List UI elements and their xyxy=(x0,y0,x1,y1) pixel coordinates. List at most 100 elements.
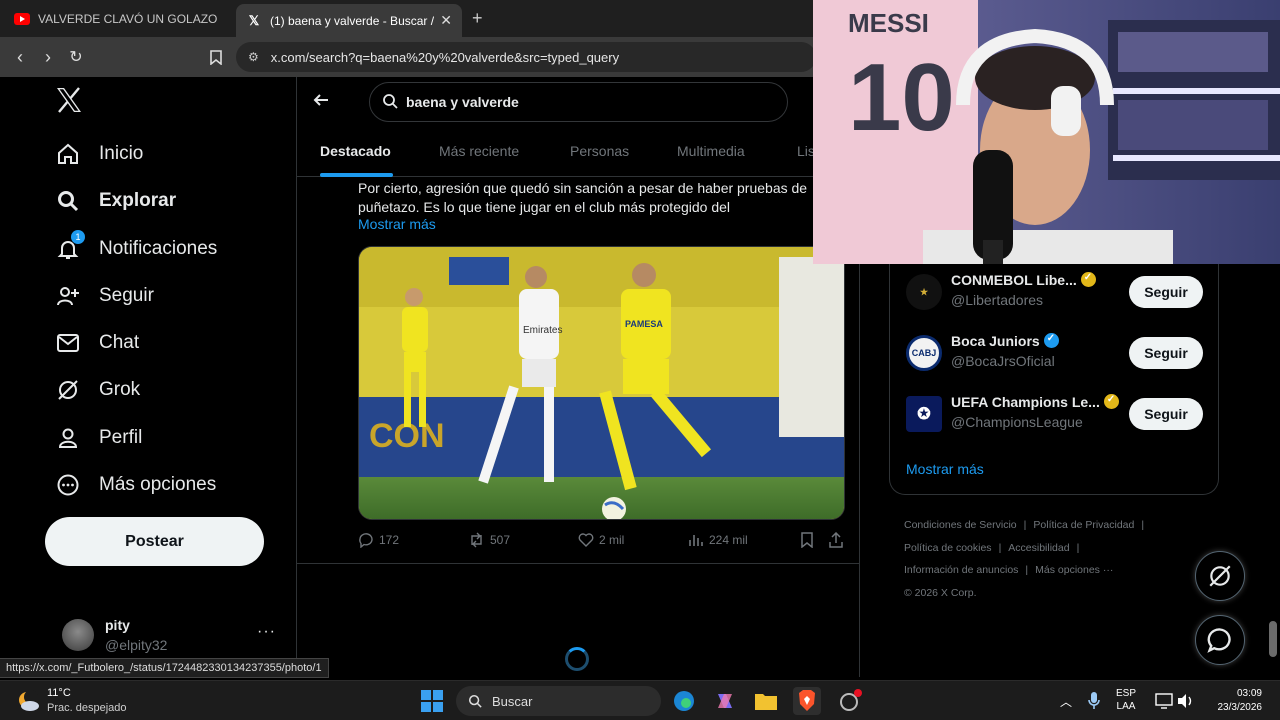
scrollbar-thumb[interactable] xyxy=(1269,621,1277,657)
tab-multimedia[interactable]: Multimedia xyxy=(677,143,745,159)
account-name: Boca Juniors xyxy=(951,333,1040,349)
tab-mas-reciente[interactable]: Más reciente xyxy=(439,143,519,159)
browser-tab-youtube[interactable]: VALVERDE CLAVÓ UN GOLAZO DE TIRO LIBRE xyxy=(4,4,230,34)
volume-icon[interactable] xyxy=(1172,687,1200,715)
who-to-follow: ★ CONMEBOL Libe... @Libertadores Seguir … xyxy=(889,247,1219,495)
reply-button[interactable]: 172 xyxy=(358,532,399,548)
site-settings-icon[interactable]: ⚙ xyxy=(248,50,259,64)
address-bar[interactable]: ⚙ x.com/search?q=baena%20y%20valverde&sr… xyxy=(236,42,816,72)
show-more-link[interactable]: Mostrar más xyxy=(358,216,436,232)
weather-widget[interactable]: 11°C Prac. despejado xyxy=(16,687,156,717)
footer-link[interactable]: Condiciones de Servicio xyxy=(904,519,1017,531)
account-name: UEFA Champions Le... xyxy=(951,394,1100,410)
person-plus-icon xyxy=(55,283,81,309)
post-button[interactable]: Postear xyxy=(45,517,264,566)
tab-title: VALVERDE CLAVÓ UN GOLAZO DE TIRO LIBRE xyxy=(38,12,220,26)
repost-icon xyxy=(471,532,482,548)
follow-suggestion[interactable]: ✪ UEFA Champions Le... @ChampionsLeague … xyxy=(906,392,1206,436)
sidebar-item-label: Inicio xyxy=(99,143,144,164)
sidebar-item-mas-opciones[interactable]: Más opciones xyxy=(55,470,216,500)
lang-line: ESP xyxy=(1116,688,1137,699)
search-input[interactable]: baena y valverde xyxy=(369,82,788,122)
system-clock[interactable]: 03:09 23/3/2026 xyxy=(1218,687,1263,715)
divider xyxy=(297,563,860,564)
footer-link[interactable]: Información de anuncios xyxy=(904,564,1018,576)
reply-count: 172 xyxy=(379,533,400,547)
sidebar-item-label: Grok xyxy=(99,379,141,400)
tweet-photo[interactable]: CON Emirates PAMESA xyxy=(358,246,845,520)
clock-time: 03:09 xyxy=(1236,688,1262,699)
tweet-line: puñetazo. Es lo que tiene jugar en el cl… xyxy=(358,199,731,215)
taskbar-search-label: Buscar xyxy=(492,693,533,709)
windows-start-icon[interactable] xyxy=(418,687,446,715)
like-button[interactable]: 2 mil xyxy=(578,532,624,548)
brave-icon[interactable] xyxy=(793,687,821,715)
follow-button[interactable]: Seguir xyxy=(1129,398,1203,430)
sidebar-item-label: Seguir xyxy=(99,285,154,306)
url-text: x.com/search?q=baena%20y%20valverde&src=… xyxy=(270,49,620,65)
views-button[interactable]: 224 mil xyxy=(688,532,748,548)
user-name: pity xyxy=(105,617,130,633)
footer-link[interactable]: Política de Privacidad xyxy=(1033,519,1134,531)
avatar xyxy=(62,619,94,651)
repost-button[interactable]: 507 xyxy=(468,532,510,548)
bookmark-button[interactable] xyxy=(800,532,819,548)
sidebar-item-chat[interactable]: Chat xyxy=(55,328,139,358)
share-button[interactable] xyxy=(828,532,849,548)
bookmark-icon[interactable] xyxy=(204,45,228,69)
edge-icon[interactable] xyxy=(670,687,698,715)
chat-fab[interactable] xyxy=(1195,615,1245,665)
footer-link[interactable]: Política de cookies xyxy=(904,542,992,554)
sidebar-item-notificaciones[interactable]: 1 Notificaciones xyxy=(55,230,218,264)
chevron-up-icon[interactable]: ︿ xyxy=(1052,687,1080,715)
account-handle: @ChampionsLeague xyxy=(951,414,1083,430)
user-handle: @elpity32 xyxy=(105,637,168,653)
search-icon xyxy=(468,694,482,708)
repost-count: 507 xyxy=(490,533,511,547)
sidebar-item-grok[interactable]: Grok xyxy=(55,375,140,405)
views-icon xyxy=(689,535,703,546)
sidebar-item-seguir[interactable]: Seguir xyxy=(55,281,154,311)
back-arrow-icon[interactable]: ‹ xyxy=(8,45,32,69)
follow-button[interactable]: Seguir xyxy=(1129,337,1203,369)
microphone-icon[interactable] xyxy=(1080,687,1108,715)
copyright: © 2026 X Corp. xyxy=(904,586,977,599)
sidebar-item-label: Más opciones xyxy=(99,474,217,495)
follow-suggestion[interactable]: ★ CONMEBOL Libe... @Libertadores Seguir xyxy=(906,270,1206,314)
sidebar-item-inicio[interactable]: Inicio xyxy=(55,139,143,169)
grok-fab[interactable] xyxy=(1195,551,1245,601)
taskbar-search[interactable]: Buscar xyxy=(456,686,661,716)
forward-arrow-icon[interactable]: › xyxy=(36,45,60,69)
follow-button[interactable]: Seguir xyxy=(1129,276,1203,308)
home-icon xyxy=(55,141,81,167)
search-icon xyxy=(382,93,398,112)
account-switcher[interactable]: pity @elpity32 ··· xyxy=(62,617,282,657)
tab-personas[interactable]: Personas xyxy=(570,143,629,159)
loading-spinner xyxy=(565,647,589,671)
x-logo-icon[interactable] xyxy=(55,87,85,117)
folder-icon[interactable] xyxy=(752,687,780,715)
views-count: 224 mil xyxy=(709,533,748,547)
sidebar-item-label: Notificaciones xyxy=(99,238,218,259)
reload-icon[interactable]: ↻ xyxy=(64,45,88,69)
follow-suggestion[interactable]: CABJ Boca Juniors @BocaJrsOficial Seguir xyxy=(906,331,1206,375)
new-tab-button[interactable]: + xyxy=(472,8,483,29)
active-tab-indicator xyxy=(320,173,393,177)
back-arrow-icon[interactable] xyxy=(313,91,329,114)
tweet-line: Por cierto, agresión que quedó sin sanci… xyxy=(358,180,808,196)
app-icon[interactable] xyxy=(836,687,864,715)
more-dots-icon[interactable]: ··· xyxy=(257,623,276,641)
taskbar: 11°C Prac. despejado Buscar ︿ ESP LAA 03… xyxy=(0,680,1280,720)
language-indicator[interactable]: ESP LAA xyxy=(1116,687,1136,713)
show-more-link[interactable]: Mostrar más xyxy=(906,461,984,477)
sidebar-item-explorar[interactable]: Explorar xyxy=(55,186,176,216)
copilot-icon[interactable] xyxy=(711,687,739,715)
sponsor-text: Emirates xyxy=(523,325,562,336)
tab-destacado[interactable]: Destacado xyxy=(320,143,391,159)
sidebar-item-perfil[interactable]: Perfil xyxy=(55,423,142,453)
close-icon[interactable]: ✕ xyxy=(440,12,452,29)
footer-link[interactable]: Accesibilidad xyxy=(1008,542,1069,554)
bookmark-icon xyxy=(801,532,813,548)
footer-link[interactable]: Más opciones ··· xyxy=(1035,564,1113,576)
browser-tab-x[interactable]: 𝕏 (1) baena y valverde - Buscar / X ✕ xyxy=(236,4,462,37)
